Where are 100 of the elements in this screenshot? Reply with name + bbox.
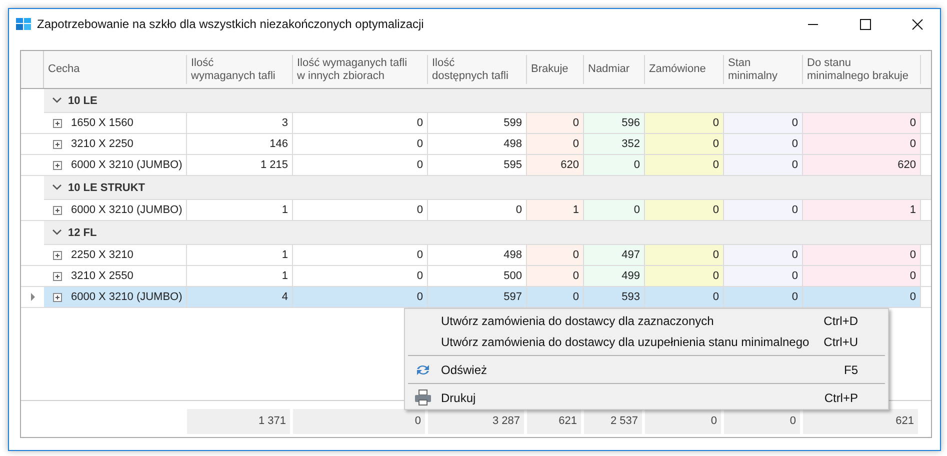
table-cell: 499: [584, 266, 645, 286]
table-cell: 620: [527, 155, 584, 175]
total-cell: 2 537: [584, 408, 642, 434]
table-cell: 0: [527, 266, 584, 286]
shortcut-label: Ctrl+U: [824, 334, 858, 348]
menu-item[interactable]: Utwórz zamówienia do dostawcy dla uzupełnienia stanu minimalnego Ctrl+U: [405, 331, 888, 352]
table-cell: 0: [527, 245, 584, 265]
table-cell: 0: [293, 155, 428, 175]
row-name-cell: 2250 X 3210: [44, 245, 187, 265]
group-row[interactable]: 12 FL: [44, 221, 931, 245]
table-cell: 3: [187, 113, 293, 133]
table-cell: 352: [584, 134, 645, 154]
table-cell: 620: [803, 155, 921, 175]
table-cell: 4: [187, 287, 293, 307]
row-name-cell: 3210 X 2550: [44, 266, 187, 286]
shortcut-label: Ctrl+P: [824, 390, 858, 404]
table-cell: 0: [645, 155, 724, 175]
menu-item[interactable]: Utwórz zamówienia do dostawcy dla zaznaczonych Ctrl+D: [405, 310, 888, 331]
table-cell: 1: [803, 200, 921, 220]
menu-item[interactable]: Odśwież F5: [405, 359, 888, 380]
table-cell: 1: [187, 266, 293, 286]
shortcut-label: Ctrl+D: [824, 314, 858, 328]
table-cell: 0: [724, 266, 803, 286]
total-cell: 621: [803, 408, 918, 434]
table-cell: 0: [527, 113, 584, 133]
menu-item[interactable]: Drukuj Ctrl+P: [405, 387, 888, 408]
table-cell: 0: [293, 266, 428, 286]
table-cell: 0: [645, 134, 724, 154]
table-cell: 0: [584, 155, 645, 175]
total-cell: 0: [645, 408, 721, 434]
table-cell: 0: [293, 113, 428, 133]
row-name-cell: 1650 X 1560: [44, 113, 187, 133]
table-cell: 0: [803, 113, 921, 133]
table-cell: 0: [803, 266, 921, 286]
column-header[interactable]: Ilość dostępnych tafli: [428, 55, 527, 84]
table-cell: 1: [527, 200, 584, 220]
row-indicator-icon: [30, 293, 34, 301]
expand-plus-icon[interactable]: [53, 206, 62, 214]
group-label: 12 FL: [68, 226, 97, 238]
table-cell: 0: [584, 200, 645, 220]
column-header[interactable]: Nadmiar: [584, 55, 645, 84]
table-cell: 0: [645, 113, 724, 133]
table-cell: 593: [584, 287, 645, 307]
table-cell: 0: [293, 245, 428, 265]
table-cell: 0: [724, 134, 803, 154]
total-cell: 1 371: [187, 408, 290, 434]
table-cell: 1: [187, 200, 293, 220]
expand-plus-icon[interactable]: [53, 250, 62, 260]
row-name-cell: 6000 X 3210 (JUMBO): [44, 200, 187, 220]
total-cell: 3 287: [428, 408, 524, 434]
table-cell: 0: [724, 200, 803, 220]
expand-plus-icon[interactable]: [53, 140, 62, 148]
shortcut-label: F5: [844, 362, 858, 376]
expand-plus-icon[interactable]: [53, 118, 62, 128]
table-cell: 0: [724, 113, 803, 133]
table-cell: 597: [428, 287, 527, 307]
table-cell: 0: [724, 155, 803, 175]
table-cell: 596: [584, 113, 645, 133]
table-cell: 0: [527, 287, 584, 307]
table-cell: 0: [645, 200, 724, 220]
column-header[interactable]: Ilość wymaganych tafli w innych zbiorach: [293, 55, 428, 84]
group-label: 10 LE STRUKT: [68, 182, 146, 194]
total-cell: 0: [724, 408, 800, 434]
column-header[interactable]: Do stanu minimalnego brakuje: [803, 55, 921, 84]
row-name-cell: 6000 X 3210 (JUMBO): [44, 155, 187, 175]
column-header[interactable]: Brakuje: [527, 55, 584, 84]
table-cell: 0: [293, 134, 428, 154]
table-cell: 0: [645, 266, 724, 286]
column-header[interactable]: Cecha: [44, 55, 187, 84]
total-cell: 0: [293, 408, 425, 434]
table-cell: 1: [187, 245, 293, 265]
chevron-down-icon[interactable]: [52, 228, 62, 237]
column-header[interactable]: Ilość wymaganych tafli: [187, 55, 293, 84]
table-cell: 0: [293, 200, 428, 220]
group-row[interactable]: 10 LE: [44, 89, 931, 113]
table-cell: 0: [645, 245, 724, 265]
window-title: Zapotrzebowanie na szkło dla wszystkich niezakończonych optymalizacji: [37, 17, 425, 31]
table-cell: 0: [724, 245, 803, 265]
expand-plus-icon[interactable]: [53, 292, 62, 302]
expand-plus-icon[interactable]: [53, 272, 62, 280]
printer-icon: [414, 389, 432, 406]
table-cell: 0: [293, 287, 428, 307]
column-header[interactable]: Zamówione: [645, 55, 724, 84]
app-logo-icon: [16, 18, 31, 30]
table-cell: 497: [584, 245, 645, 265]
expand-plus-icon[interactable]: [53, 160, 62, 170]
table-cell: 0: [803, 287, 921, 307]
group-row[interactable]: 10 LE STRUKT: [44, 176, 931, 200]
close-icon: [912, 18, 922, 30]
chevron-down-icon[interactable]: [52, 96, 62, 105]
maximize-icon: [860, 18, 870, 30]
table-cell: 0: [724, 287, 803, 307]
table-cell: 146: [187, 134, 293, 154]
table-cell: 0: [803, 245, 921, 265]
chevron-down-icon[interactable]: [52, 183, 62, 192]
row-name-cell: 3210 X 2250: [44, 134, 187, 154]
group-label: 10 LE: [68, 94, 98, 106]
table-cell: 1 215: [187, 155, 293, 175]
table-cell: 0: [527, 134, 584, 154]
column-header[interactable]: Stan minimalny: [724, 55, 803, 84]
